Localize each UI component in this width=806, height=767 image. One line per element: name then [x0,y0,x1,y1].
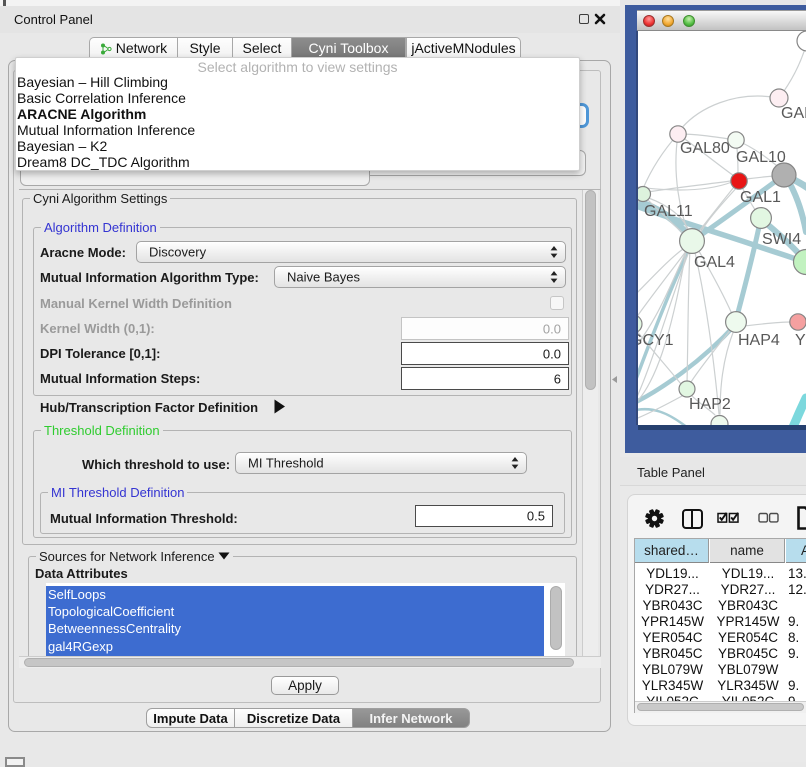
svg-text:GAL11: GAL11 [644,203,693,220]
svg-text:YB: YB [795,332,806,349]
svg-text:GAL7: GAL7 [781,105,806,122]
svg-text:HAP2: HAP2 [689,396,731,413]
svg-text:SWI4: SWI4 [762,231,801,248]
svg-text:GAL1: GAL1 [740,189,781,206]
svg-text:GAL10: GAL10 [736,149,786,166]
svg-text:GCY1: GCY1 [638,332,674,349]
svg-text:GAL80: GAL80 [680,140,730,157]
svg-text:HAP4: HAP4 [738,332,780,349]
svg-text:GAL4: GAL4 [694,254,735,271]
